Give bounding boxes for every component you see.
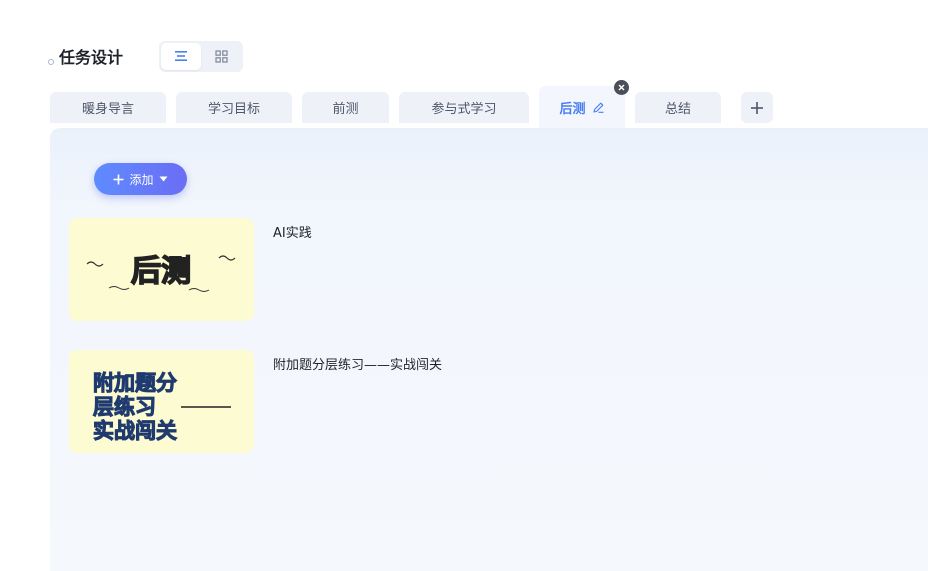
tab-label: 暖身导言	[81, 102, 134, 117]
task-design-app: 任务设计 暖身导言 学习目标 前测 参与式学习 后测 总结 添加 后测 AI实践…	[0, 0, 928, 571]
thumbnail-text: 附加题分	[93, 371, 177, 395]
add-button-label: 添加	[129, 172, 154, 187]
thumbnail-text: 层练习	[93, 395, 156, 419]
tab-learning-goals[interactable]: 学习目标	[176, 92, 292, 123]
thumbnail-text: 实战闯关	[93, 419, 177, 443]
add-tab-button[interactable]	[741, 92, 773, 123]
grid-view-button[interactable]	[201, 43, 241, 70]
content-panel: 添加 后测 AI实践 附加题分 层练习 实战闯关 附加题分层练习——实战闯关	[50, 128, 928, 571]
view-toggle	[159, 40, 244, 72]
tab-label: 参与式学习	[431, 102, 497, 117]
grid-view-icon	[214, 49, 228, 63]
item-thumbnail: 附加题分 层练习 实战闯关	[69, 350, 254, 453]
plus-icon	[751, 101, 763, 114]
tab-summary[interactable]: 总结	[635, 92, 721, 123]
list-view-icon	[175, 51, 188, 61]
add-button[interactable]: 添加	[94, 163, 187, 195]
tab-label: 学习目标	[207, 102, 260, 117]
item-title: 附加题分层练习——实战闯关	[273, 358, 443, 373]
list-item[interactable]: 附加题分 层练习 实战闯关 附加题分层练习——实战闯关	[69, 350, 442, 453]
tab-pretest[interactable]: 前测	[302, 92, 389, 123]
close-tab-icon[interactable]	[614, 80, 629, 95]
page-title: 任务设计	[59, 48, 124, 67]
tab-posttest[interactable]: 后测	[539, 86, 625, 128]
tab-label: 总结	[664, 102, 691, 117]
list-item[interactable]: 后测 AI实践	[69, 218, 312, 321]
plus-icon	[113, 174, 124, 184]
edit-icon[interactable]	[592, 101, 605, 114]
title-dot-icon	[48, 59, 54, 65]
item-title: AI实践	[273, 226, 312, 241]
header: 任务设计	[48, 40, 244, 72]
tab-label: 后测	[559, 101, 586, 117]
tab-participatory-learning[interactable]: 参与式学习	[399, 92, 529, 123]
item-thumbnail: 后测	[69, 218, 254, 321]
caret-down-icon	[159, 176, 167, 182]
list-view-button[interactable]	[161, 42, 202, 70]
tab-warmup[interactable]: 暖身导言	[50, 92, 166, 123]
tab-label: 前测	[332, 102, 359, 117]
thumbnail-text: 后测	[131, 254, 191, 289]
